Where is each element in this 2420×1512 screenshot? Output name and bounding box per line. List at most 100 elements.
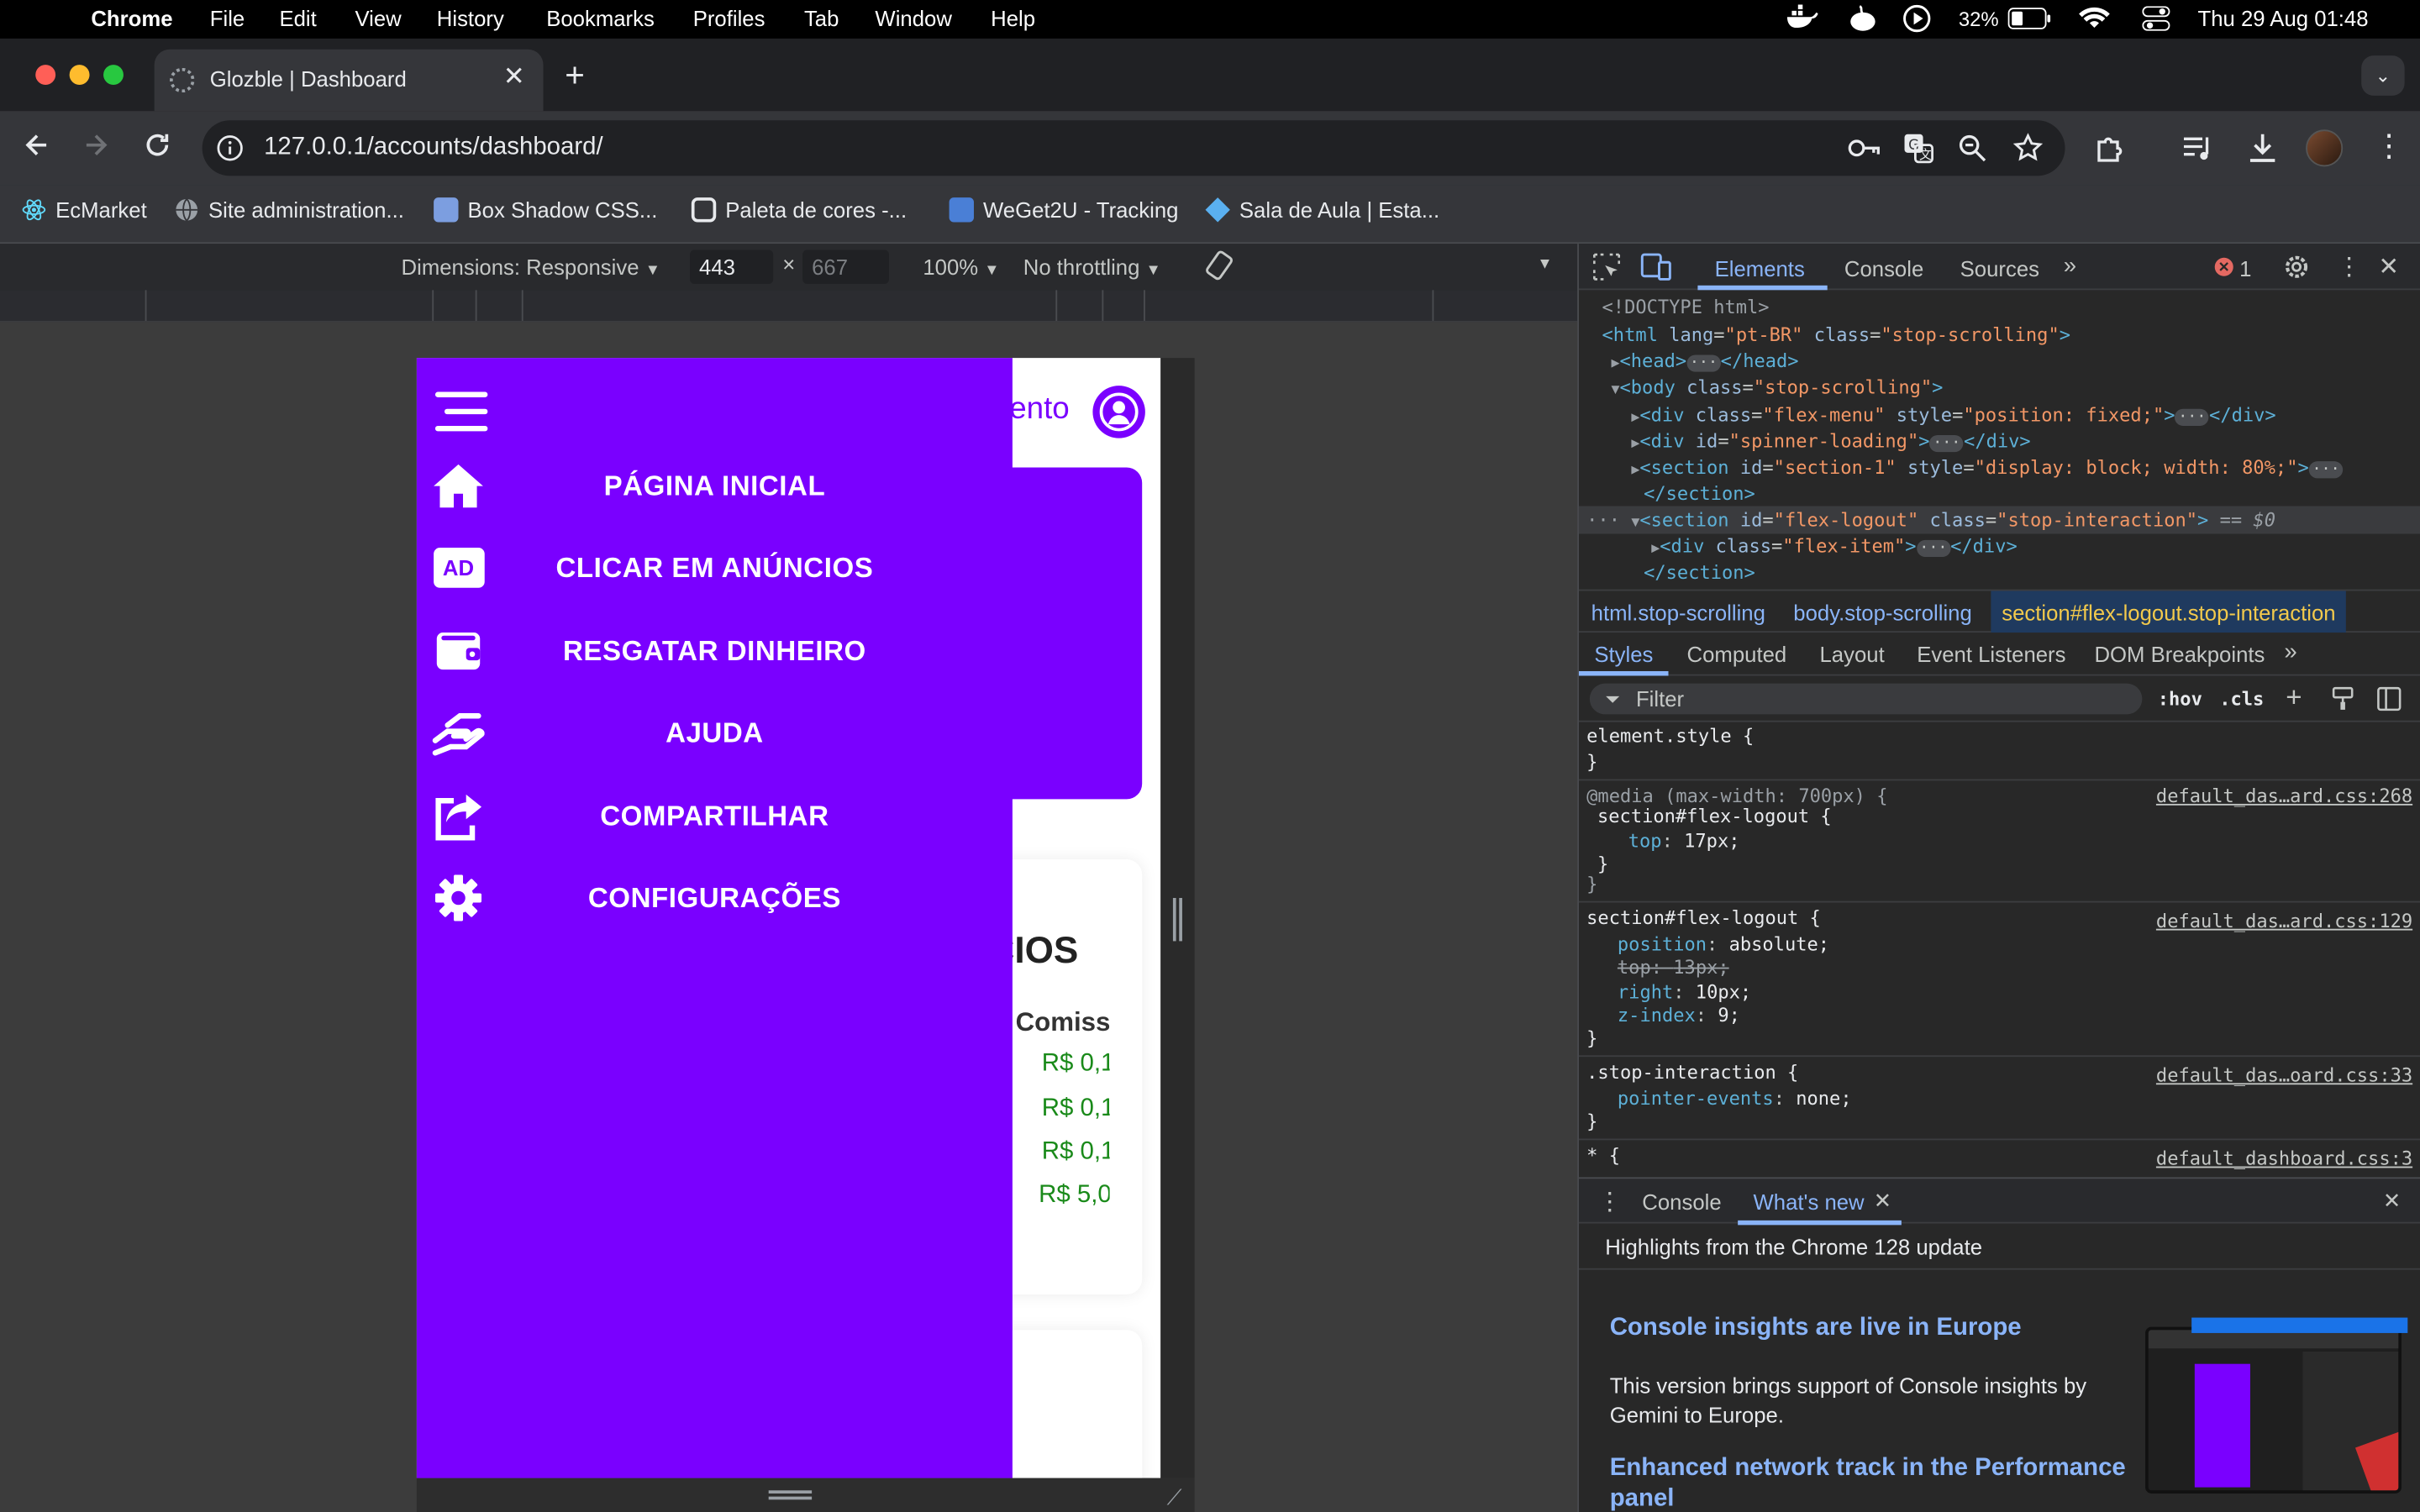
media-controls-icon[interactable] bbox=[2182, 133, 2216, 168]
rule4-selector[interactable]: * { bbox=[1586, 1145, 1620, 1167]
new-style-rule-icon[interactable]: + bbox=[2286, 682, 2302, 715]
error-count[interactable]: 1 bbox=[2239, 256, 2251, 281]
height-input[interactable]: 667 bbox=[802, 249, 889, 284]
rule4-source-link[interactable]: default_dashboard.css:3 bbox=[2156, 1148, 2412, 1170]
devtools-tab-elements[interactable]: Elements bbox=[1715, 256, 1805, 281]
menu-item-share[interactable]: COMPARTILHAR bbox=[417, 785, 1013, 847]
subtab-computed[interactable]: Computed bbox=[1687, 642, 1787, 666]
viewport-bottom-resize-handle[interactable] bbox=[768, 1490, 813, 1500]
element-style-rule[interactable]: element.style { bbox=[1586, 725, 1754, 747]
tab-close-icon[interactable]: ✕ bbox=[503, 61, 525, 92]
docker-icon[interactable] bbox=[1784, 4, 1818, 34]
bookmark-ecmarket[interactable]: EcMarket bbox=[22, 197, 147, 222]
breadcrumb-section[interactable]: section#flex-logout.stop-interaction bbox=[1991, 591, 2347, 633]
site-info-icon[interactable] bbox=[216, 134, 244, 167]
bookmark-star-icon[interactable] bbox=[2012, 133, 2044, 168]
menu-history[interactable]: History bbox=[437, 6, 504, 30]
devtools-close-icon[interactable]: ✕ bbox=[2378, 251, 2399, 282]
new-tab-button[interactable]: + bbox=[565, 55, 585, 96]
whats-new-heading-2[interactable]: Enhanced network track in the Performanc… bbox=[1610, 1453, 2143, 1512]
subtab-styles[interactable]: Styles bbox=[1594, 642, 1653, 666]
menu-tab[interactable]: Tab bbox=[804, 6, 839, 30]
inspect-element-icon[interactable] bbox=[1593, 253, 1621, 286]
hamburger-menu-icon[interactable] bbox=[434, 391, 488, 438]
bookmark-paleta[interactable]: Paleta de cores -... bbox=[691, 197, 907, 223]
subtab-layout[interactable]: Layout bbox=[1820, 642, 1885, 666]
more-subtabs-icon[interactable]: » bbox=[2284, 638, 2296, 664]
subtab-dom-breakpoints[interactable]: DOM Breakpoints bbox=[2094, 642, 2265, 666]
extensions-icon[interactable] bbox=[2094, 131, 2128, 170]
wifi-icon[interactable] bbox=[2079, 6, 2110, 35]
zoom-icon[interactable] bbox=[1959, 134, 1986, 167]
dom-flex-logout-node[interactable]: ▼<section id="flex-logout" class="stop-i… bbox=[1631, 509, 2275, 531]
devtools-tab-console[interactable]: Console bbox=[1844, 256, 1923, 281]
devtools-tab-sources[interactable]: Sources bbox=[1960, 256, 2039, 281]
bookmark-box-shadow[interactable]: Box Shadow CSS... bbox=[434, 197, 657, 223]
whats-new-heading-1[interactable]: Console insights are live in Europe bbox=[1610, 1315, 2022, 1342]
settings-gear-icon[interactable] bbox=[2283, 253, 2311, 286]
menu-item-ads[interactable]: AD CLICAR EM ANÚNCIOS bbox=[417, 537, 1013, 598]
rule3-selector[interactable]: .stop-interaction { bbox=[1586, 1062, 1798, 1084]
dom-flex-menu-node[interactable]: ▶<div class="flex-menu" style="position:… bbox=[1631, 404, 2276, 426]
rule2-selector[interactable]: section#flex-logout { bbox=[1586, 907, 1821, 929]
drawer-menu-icon[interactable]: ⋮ bbox=[1597, 1186, 1622, 1217]
subtab-event-listeners[interactable]: Event Listeners bbox=[1917, 642, 2065, 666]
bookmark-site-admin[interactable]: Site administration... bbox=[175, 197, 404, 222]
reload-button[interactable] bbox=[142, 129, 173, 165]
menubar-clock[interactable]: Thu 29 Aug 01:48 bbox=[2198, 6, 2369, 30]
dom-doctype[interactable]: <!DOCTYPE html> bbox=[1602, 297, 1770, 318]
toggle-sidebar-icon[interactable] bbox=[2377, 686, 2402, 716]
rule3-declaration[interactable]: pointer-events: none; bbox=[1618, 1088, 1852, 1110]
hov-toggle[interactable]: :hov bbox=[2158, 688, 2202, 710]
url-text[interactable]: 127.0.0.1/accounts/dashboard/ bbox=[264, 134, 603, 162]
close-window-button[interactable] bbox=[35, 65, 56, 86]
dom-flex-item-node[interactable]: ▶<div class="flex-item"> ··· </div> bbox=[1651, 535, 2018, 558]
forward-button[interactable] bbox=[81, 129, 112, 165]
breadcrumb-html[interactable]: html.stop-scrolling bbox=[1591, 600, 1765, 624]
rule3-source-link[interactable]: default_das…oard.css:33 bbox=[2156, 1064, 2412, 1086]
rule1-declaration[interactable]: top: 17px; bbox=[1628, 830, 1740, 852]
error-icon[interactable]: ✕ bbox=[2214, 257, 2233, 276]
drawer-tab-whats-new[interactable]: What's new bbox=[1754, 1189, 1865, 1214]
zoom-select[interactable]: 100% ▼ bbox=[923, 255, 999, 279]
translate-icon[interactable]: G文 bbox=[1903, 133, 1934, 168]
dom-spinner-node[interactable]: ▶<div id="spinner-loading"> ··· </div> bbox=[1631, 430, 2031, 453]
minimize-window-button[interactable] bbox=[69, 65, 90, 86]
menu-bookmarks[interactable]: Bookmarks bbox=[546, 6, 655, 30]
zoom-window-button[interactable] bbox=[103, 65, 124, 86]
tab-search-button[interactable]: ⌄ bbox=[2361, 55, 2405, 96]
throttling-select[interactable]: No throttling ▼ bbox=[1023, 255, 1161, 279]
viewport-corner-resize-icon[interactable]: ⟋ bbox=[1167, 1484, 1182, 1510]
width-input[interactable]: 443 bbox=[690, 249, 774, 284]
paint-brush-icon[interactable] bbox=[2330, 686, 2354, 716]
rule2-declaration[interactable]: position: absolute; bbox=[1618, 933, 1829, 955]
device-options-icon[interactable]: ▼ bbox=[1537, 256, 1552, 273]
menu-item-settings[interactable]: CONFIGURAÇÕES bbox=[417, 867, 1013, 928]
menu-item-help[interactable]: AJUDA bbox=[417, 702, 1013, 764]
menu-profiles[interactable]: Profiles bbox=[693, 6, 765, 30]
rule2-declaration[interactable]: z-index: 9; bbox=[1618, 1005, 1740, 1026]
dom-row-options-icon[interactable]: ··· bbox=[1586, 509, 1620, 531]
rule1-selector[interactable]: section#flex-logout { bbox=[1597, 806, 1832, 827]
media-rule[interactable]: @media (max-width: 700px) { bbox=[1586, 785, 1887, 807]
back-button[interactable] bbox=[22, 129, 53, 165]
rule1-source-link[interactable]: default_das…ard.css:268 bbox=[2156, 785, 2412, 807]
chrome-menu-icon[interactable]: ⋮ bbox=[2374, 129, 2405, 163]
menu-item-withdraw[interactable]: RESGATAR DINHEIRO bbox=[417, 620, 1013, 681]
address-bar[interactable]: 127.0.0.1/accounts/dashboard/ G文 bbox=[202, 120, 2065, 176]
downloads-icon[interactable] bbox=[2245, 131, 2279, 170]
menu-file[interactable]: File bbox=[210, 6, 245, 30]
user-avatar-icon[interactable] bbox=[1092, 386, 1145, 438]
drawer-tab-console[interactable]: Console bbox=[1642, 1189, 1721, 1214]
bookmark-sala-de-aula[interactable]: Sala de Aula | Esta... bbox=[1205, 197, 1439, 223]
cls-toggle[interactable]: .cls bbox=[2219, 688, 2264, 710]
rule2-declaration[interactable]: right: 10px; bbox=[1618, 981, 1751, 1003]
dom-section1-node[interactable]: ▶<section id="section-1" style="display:… bbox=[1631, 457, 2344, 479]
control-center-icon[interactable] bbox=[2142, 6, 2170, 35]
styles-filter-input[interactable]: ⏷ Filter bbox=[1589, 683, 2143, 715]
more-tabs-icon[interactable]: » bbox=[2064, 253, 2076, 279]
dom-section-close[interactable]: </section> bbox=[1644, 483, 1755, 505]
coffee-icon[interactable] bbox=[1849, 5, 1876, 38]
play-icon[interactable] bbox=[1903, 4, 1931, 38]
drawer-tab-close-icon[interactable]: ✕ bbox=[1874, 1188, 1892, 1214]
